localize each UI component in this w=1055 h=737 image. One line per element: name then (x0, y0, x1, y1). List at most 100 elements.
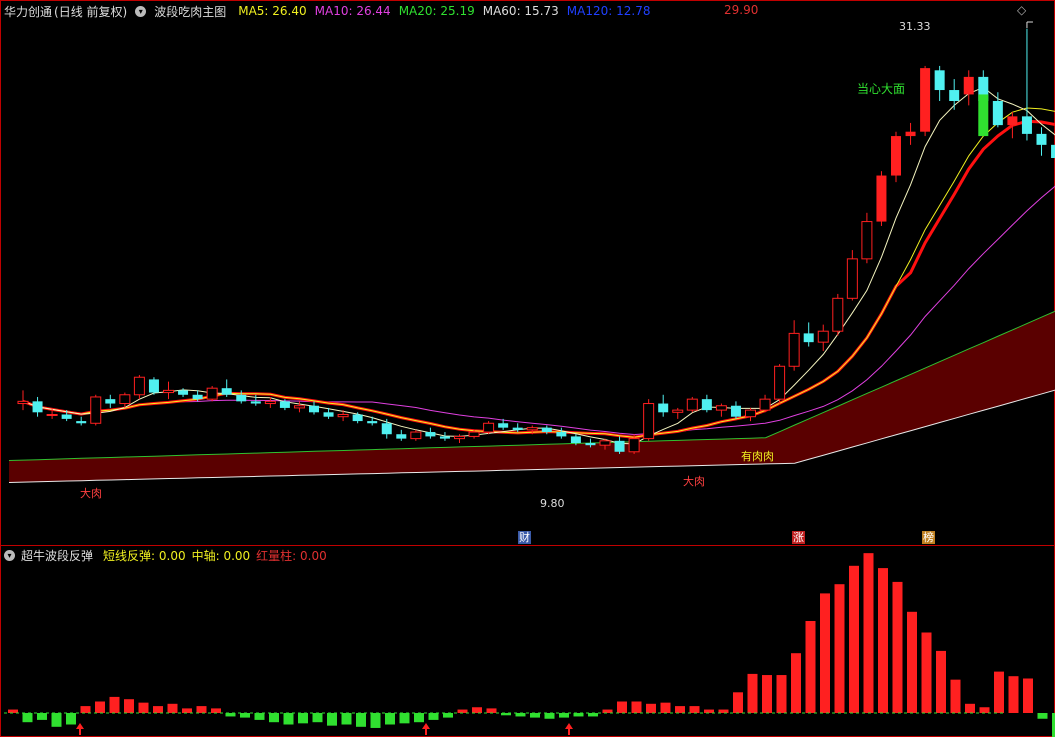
volume-bar (109, 696, 120, 713)
candle-body (90, 396, 102, 424)
volume-bar (95, 701, 105, 713)
volume-bar (472, 707, 482, 713)
volume-bar (1037, 713, 1048, 719)
ma5-label: MA5: 26.40 (238, 4, 307, 18)
volume-bar (849, 565, 859, 713)
candle-body (556, 432, 567, 437)
diamond-icon[interactable]: ◇ (1017, 3, 1026, 17)
candle-body (614, 440, 625, 452)
volume-bar (747, 673, 758, 713)
volume-bar (994, 671, 1004, 713)
chart-mode: (日线 前复权) (54, 4, 128, 19)
dada-label-2: 大肉 (683, 475, 705, 488)
tag-zhang[interactable]: 涨 (792, 531, 805, 544)
volume-bar (544, 713, 555, 719)
volume-bar (689, 706, 700, 713)
ma60-label: MA60: 15.73 (482, 4, 559, 18)
candle-body (1036, 133, 1047, 145)
candle-body (745, 409, 756, 418)
candle-body (206, 387, 218, 400)
volume-bar (167, 703, 178, 713)
ma20-label: MA20: 25.19 (398, 4, 475, 18)
candle-body (483, 422, 495, 433)
candle-body (133, 376, 145, 396)
volume-bar (51, 713, 62, 727)
volume-bar (385, 713, 395, 725)
candle-body (323, 412, 334, 417)
candle-body (410, 431, 422, 440)
stock-name[interactable]: 华力创通 (4, 3, 52, 20)
buy-arrow-icon (76, 723, 84, 735)
tag-bang[interactable]: 榜 (922, 531, 935, 544)
volume-bar (356, 713, 366, 727)
volume-bar (660, 702, 671, 713)
volume-bar (37, 713, 47, 720)
top-price-label: 29.90 (724, 3, 759, 17)
volume-bar (196, 706, 207, 713)
volume-bar (153, 706, 163, 713)
volume-bar (414, 713, 424, 723)
candle-body (337, 414, 349, 418)
volume-bar (530, 713, 540, 718)
volume-bar (515, 713, 526, 717)
volume-bar (399, 713, 410, 724)
candle-body (963, 76, 974, 95)
candle-body (1007, 116, 1018, 126)
volume-bar (791, 653, 801, 713)
chart-canvas[interactable] (0, 0, 1055, 737)
volume-bar (646, 703, 656, 713)
volume-bar (675, 706, 685, 713)
collapse-icon[interactable]: ▾ (135, 5, 147, 17)
volume-bar (733, 692, 743, 713)
candle-body (381, 423, 392, 435)
volume-bar (907, 611, 917, 713)
volume-bar (182, 708, 192, 713)
candle-body (526, 427, 538, 431)
candle-body (992, 101, 1003, 126)
tag-cai[interactable]: 财 (518, 531, 531, 544)
volume-bar (124, 699, 134, 713)
ma10-label: MA10: 26.44 (314, 4, 391, 18)
indicator-name[interactable]: 波段吃肉主图 (154, 3, 226, 20)
candle-body (541, 427, 552, 433)
volume-bar (878, 568, 888, 713)
volume-bar (486, 708, 497, 713)
candle-body (1051, 144, 1055, 159)
candle-body (425, 432, 436, 437)
candle-body (628, 438, 640, 453)
volume-bar (1023, 678, 1033, 713)
volume-bar (240, 713, 250, 718)
sub-title[interactable]: 超牛波段反弹 (21, 547, 93, 564)
volume-bar (704, 709, 714, 713)
candle-body (672, 409, 684, 413)
volume-bar (312, 713, 323, 723)
volume-bar (298, 713, 308, 724)
candle-body (803, 333, 814, 343)
volume-bar (443, 713, 453, 718)
volume-bar (428, 713, 439, 720)
candle-body (788, 332, 800, 367)
candle-body (643, 403, 655, 440)
candle-body (512, 427, 523, 430)
sub-collapse-icon[interactable]: ▾ (4, 549, 15, 561)
volume-bar (225, 713, 236, 717)
dada-label: 大肉 (80, 487, 102, 500)
ma-band (9, 311, 1055, 483)
signal-arrows (76, 21, 1033, 735)
candle-body (119, 394, 131, 405)
candle-body (715, 405, 727, 411)
volume-bar (950, 679, 961, 713)
candle-body (846, 258, 858, 299)
danger-candle (978, 94, 989, 137)
candle-body (817, 330, 829, 343)
candle-body (774, 365, 786, 400)
volume-bar (254, 713, 265, 720)
candle-body (920, 68, 931, 132)
candle-body (61, 414, 72, 419)
volume-bar (762, 675, 772, 713)
candle-body (178, 390, 189, 395)
volume-bar (1008, 676, 1019, 713)
candle-body (599, 440, 611, 446)
high-label: 31.33 (899, 20, 931, 33)
candle-body (236, 394, 247, 402)
